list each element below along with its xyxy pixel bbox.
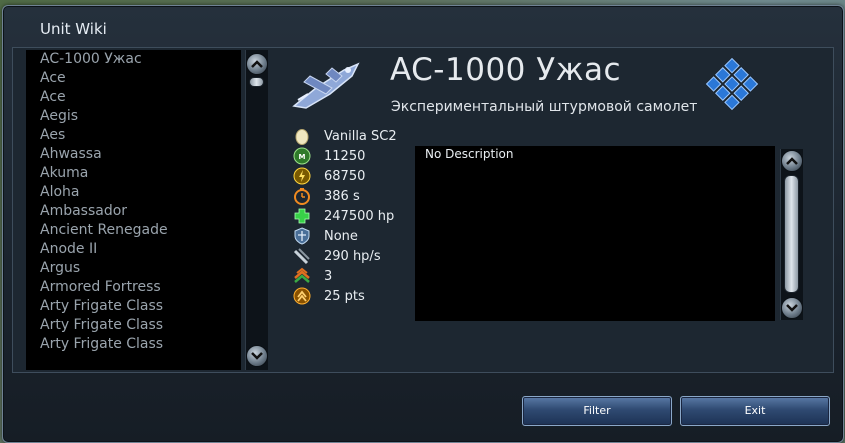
desc-scroll-down-button[interactable]	[781, 297, 803, 319]
stat-repair-value: 290 hp/s	[324, 248, 381, 264]
stat-health: 247500 hp	[292, 206, 394, 226]
stat-points-value: 25 pts	[324, 288, 365, 304]
repair-icon	[292, 247, 312, 265]
chevron-up-icon	[786, 157, 798, 165]
list-item[interactable]: Anode II	[26, 240, 241, 259]
unit-portrait-icon	[286, 54, 370, 114]
list-item[interactable]: Ahwassa	[26, 145, 241, 164]
scroll-thumb[interactable]	[249, 77, 264, 87]
unit-subtitle: Экспериментальный штурмовой самолет	[391, 99, 698, 115]
stat-tier: 3	[292, 266, 332, 286]
list-item[interactable]: Argus	[26, 259, 241, 278]
stat-health-value: 247500 hp	[324, 208, 395, 224]
description-scrollbar[interactable]	[780, 149, 803, 320]
unit-list-scrollbar[interactable]	[245, 50, 268, 370]
exit-button[interactable]: Exit	[680, 396, 830, 426]
list-item[interactable]: Aegis	[26, 107, 241, 126]
stat-metal-value: 11250	[324, 148, 366, 164]
stat-points: 25 pts	[292, 286, 365, 306]
list-item[interactable]: Arty Frigate Class	[26, 335, 241, 354]
scroll-down-button[interactable]	[246, 345, 268, 367]
time-icon	[292, 187, 312, 205]
list-item[interactable]: Ambassador	[26, 202, 241, 221]
stat-build-time-value: 386 s	[324, 188, 360, 204]
chevron-down-icon	[251, 352, 263, 360]
stat-source-value: Vanilla SC2	[324, 128, 397, 144]
points-icon	[292, 287, 312, 305]
window-title: Unit Wiki	[40, 20, 107, 38]
stat-energy-value: 68750	[324, 168, 366, 184]
energy-icon	[292, 167, 312, 185]
list-item[interactable]: Ace	[26, 88, 241, 107]
list-item[interactable]: Arty Frigate Class	[26, 297, 241, 316]
unit-list[interactable]: AC-1000 Ужас Ace Ace Aegis Aes Ahwassa A…	[26, 50, 241, 370]
stat-shield: None	[292, 226, 358, 246]
stat-source: Vanilla SC2	[292, 126, 397, 146]
list-item[interactable]: AC-1000 Ужас	[26, 50, 241, 69]
egg-icon	[292, 127, 312, 145]
list-item[interactable]: Arty Frigate Class	[26, 316, 241, 335]
desc-scroll-up-button[interactable]	[781, 150, 803, 172]
description-text: No Description	[425, 147, 514, 161]
scroll-up-button[interactable]	[246, 53, 268, 75]
metal-icon: M	[292, 147, 312, 165]
filter-button[interactable]: Filter	[522, 396, 672, 426]
chevron-up-icon	[251, 60, 263, 68]
stat-energy: 68750	[292, 166, 365, 186]
faction-logo-icon	[700, 52, 764, 116]
unit-name: AC-1000 Ужас	[390, 52, 622, 88]
stat-repair: 290 hp/s	[292, 246, 381, 266]
list-item[interactable]: Aes	[26, 126, 241, 145]
description-box: No Description	[415, 146, 775, 321]
list-item[interactable]: Aloha	[26, 183, 241, 202]
desc-scroll-thumb[interactable]	[784, 175, 799, 293]
svg-text:M: M	[299, 153, 306, 161]
list-item[interactable]: Akuma	[26, 164, 241, 183]
chevron-down-icon	[786, 304, 798, 312]
shield-icon	[292, 227, 312, 245]
stat-tier-value: 3	[324, 268, 333, 284]
stat-build-time: 386 s	[292, 186, 360, 206]
stat-metal: M 11250	[292, 146, 365, 166]
list-item[interactable]: Ancient Renegade	[26, 221, 241, 240]
rank-icon	[292, 267, 312, 285]
list-item[interactable]: Ace	[26, 69, 241, 88]
health-icon	[292, 207, 312, 225]
list-item[interactable]: Armored Fortress	[26, 278, 241, 297]
stat-shield-value: None	[324, 228, 358, 244]
